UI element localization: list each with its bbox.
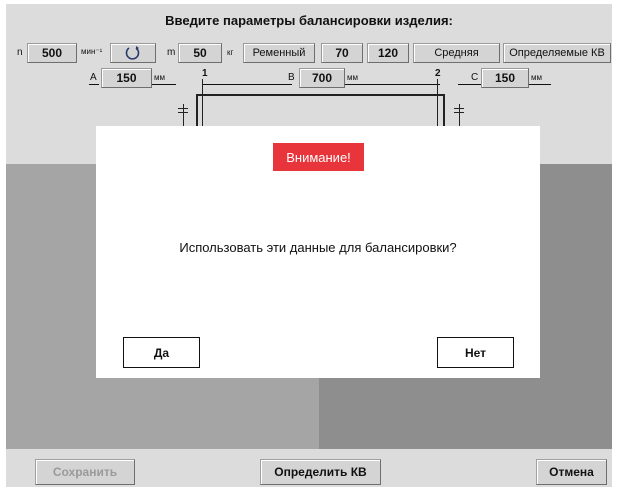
- dimension-c-unit: мм: [531, 73, 542, 82]
- save-button[interactable]: Сохранить: [35, 459, 135, 485]
- parameter-70-button[interactable]: 70: [321, 43, 363, 63]
- dimension-a-input[interactable]: 150: [101, 68, 152, 88]
- rotate-ccw-icon: [125, 46, 140, 60]
- dimension-b-input[interactable]: 700: [299, 68, 345, 88]
- dimension-c-label: C: [471, 72, 479, 83]
- rotor-top-edge: [196, 94, 445, 96]
- dimension-a-label: A: [90, 72, 97, 83]
- no-button[interactable]: Нет: [437, 337, 514, 368]
- cancel-button[interactable]: Отмена: [536, 459, 607, 485]
- support-right-post: [459, 104, 460, 126]
- speed-unit: мин⁻¹: [81, 47, 103, 56]
- determine-kv-button[interactable]: Определить КВ: [260, 459, 381, 485]
- drive-type-button[interactable]: Ременный: [243, 43, 315, 63]
- plane-2-label: 2: [435, 68, 441, 79]
- dimension-a-line: [152, 84, 176, 85]
- plane-1-line: [202, 79, 203, 129]
- plane-2-line: [437, 79, 438, 129]
- mass-unit: кг: [227, 48, 234, 57]
- dimension-c-underline: [529, 84, 551, 85]
- page-title: Введите параметры балансировки изделия:: [165, 13, 453, 28]
- rotor-right-edge: [443, 94, 445, 130]
- dialog-message: Использовать эти данные для балансировки…: [179, 240, 457, 255]
- dimension-a-unit: мм: [154, 73, 165, 82]
- mode-button[interactable]: Средняя: [413, 43, 500, 63]
- confirmation-dialog: Внимание! Использовать эти данные для ба…: [96, 126, 540, 378]
- support-left-post: [183, 104, 184, 126]
- dimension-b-line-right: [345, 84, 440, 85]
- mass-input[interactable]: 50: [178, 43, 222, 63]
- dimension-c-input[interactable]: 150: [481, 68, 529, 88]
- yes-button[interactable]: Да: [123, 337, 200, 368]
- plane-1-label: 1: [202, 68, 208, 79]
- mass-label: m: [167, 47, 176, 58]
- dimension-b-label: B: [288, 72, 295, 83]
- parameter-120-button[interactable]: 120: [367, 43, 409, 63]
- speed-label: n: [17, 47, 23, 58]
- dimension-b-line-left: [202, 84, 292, 85]
- rotation-direction-button[interactable]: [110, 43, 156, 63]
- dialog-title: Внимание!: [273, 143, 364, 171]
- dimension-a-underline: [89, 84, 99, 85]
- rotor-left-edge: [196, 94, 198, 130]
- speed-input[interactable]: 500: [27, 43, 77, 63]
- dimension-b-unit: мм: [347, 73, 358, 82]
- dimension-c-line: [458, 84, 482, 85]
- kv-mode-button[interactable]: Определяемые КВ: [503, 43, 611, 63]
